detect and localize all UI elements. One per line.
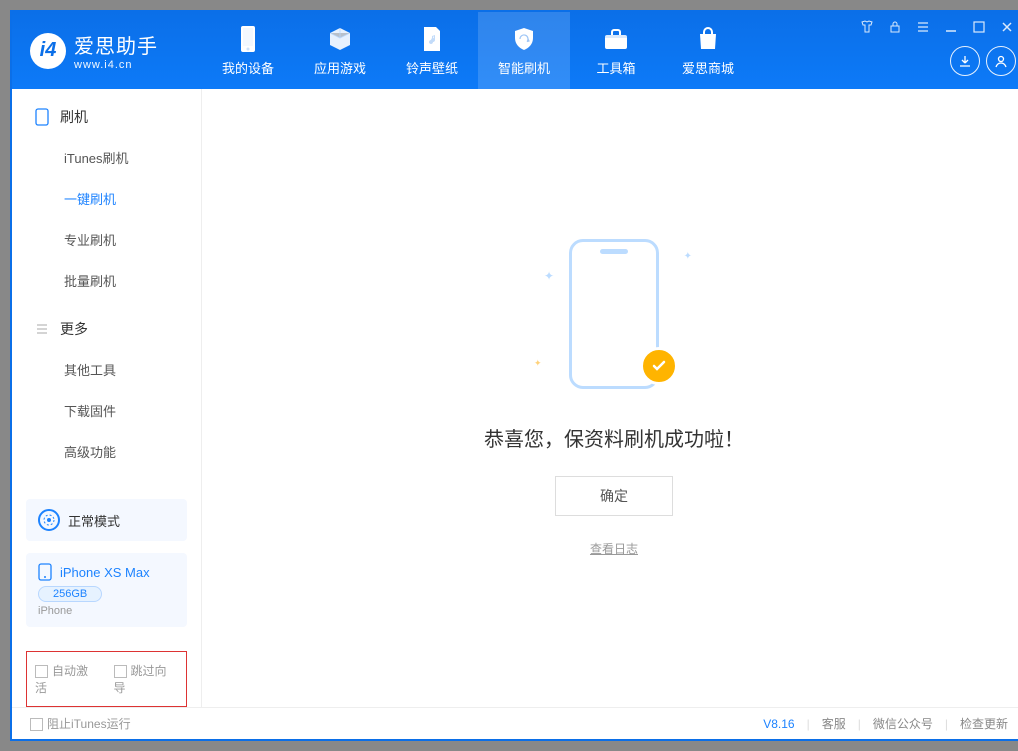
tab-label: 智能刷机 — [498, 58, 550, 77]
sidebar-section-flash: 刷机 — [12, 89, 201, 137]
tab-my-device[interactable]: 我的设备 — [202, 12, 294, 89]
tab-store[interactable]: 爱思商城 — [662, 12, 754, 89]
mode-icon — [38, 509, 60, 531]
success-title: 恭喜您，保资料刷机成功啦！ — [484, 423, 744, 452]
maximize-button[interactable] — [970, 18, 988, 36]
main-tabs: 我的设备 应用游戏 铃声壁纸 智能刷机 工具箱 爱思商城 — [202, 12, 754, 89]
tab-label: 工具箱 — [596, 58, 635, 77]
bag-icon — [694, 25, 722, 53]
tab-label: 我的设备 — [222, 58, 274, 77]
checkbox-strip-highlighted: 自动激活 跳过向导 — [26, 651, 187, 707]
phone-small-icon — [38, 563, 52, 581]
section-title-label: 刷机 — [60, 107, 88, 127]
list-icon — [34, 321, 50, 337]
tab-label: 铃声壁纸 — [406, 58, 458, 77]
sidebar-section-more: 更多 — [12, 301, 201, 349]
cube-icon — [326, 25, 354, 53]
checkbox-auto-activate[interactable]: 自动激活 — [35, 662, 100, 696]
section-title-label: 更多 — [60, 319, 88, 339]
minimize-button[interactable] — [942, 18, 960, 36]
logo-text: 爱思助手 www.i4.cn — [74, 30, 158, 71]
support-link[interactable]: 客服 — [822, 715, 846, 732]
check-update-link[interactable]: 检查更新 — [960, 715, 1008, 732]
user-button[interactable] — [986, 46, 1016, 76]
checkbox-stop-itunes[interactable]: 阻止iTunes运行 — [30, 715, 131, 732]
sidebar-item-pro-flash[interactable]: 专业刷机 — [12, 219, 201, 260]
checkbox-label: 阻止iTunes运行 — [47, 717, 131, 731]
separator: | — [807, 717, 810, 731]
checkbox-icon — [30, 718, 43, 731]
menu-icon[interactable] — [914, 18, 932, 36]
body-row: 刷机 iTunes刷机 一键刷机 专业刷机 批量刷机 更多 其他工具 下载固件 … — [12, 89, 1018, 707]
logo-subtitle: www.i4.cn — [74, 59, 158, 71]
wechat-link[interactable]: 微信公众号 — [873, 715, 933, 732]
tab-smart-flash[interactable]: 智能刷机 — [478, 12, 570, 89]
sidebar-item-oneclick-flash[interactable]: 一键刷机 — [12, 178, 201, 219]
device-name-row: iPhone XS Max — [38, 563, 175, 581]
device-capacity-pill: 256GB — [38, 586, 102, 602]
checkbox-icon — [35, 665, 48, 678]
logo-icon: i4 — [30, 33, 66, 69]
device-type: iPhone — [38, 605, 175, 617]
logo-area: i4 爱思助手 www.i4.cn — [12, 30, 202, 71]
toolbox-icon — [602, 25, 630, 53]
sidebar-item-itunes-flash[interactable]: iTunes刷机 — [12, 137, 201, 178]
tab-toolbox[interactable]: 工具箱 — [570, 12, 662, 89]
device-name: iPhone XS Max — [60, 565, 150, 580]
sparkle-icon: ✦ — [544, 269, 554, 283]
checkbox-icon — [114, 665, 127, 678]
ok-button[interactable]: 确定 — [555, 476, 673, 516]
version-label: V8.16 — [763, 717, 794, 731]
sidebar: 刷机 iTunes刷机 一键刷机 专业刷机 批量刷机 更多 其他工具 下载固件 … — [12, 89, 202, 707]
statusbar: 阻止iTunes运行 V8.16 | 客服 | 微信公众号 | 检查更新 — [12, 707, 1018, 739]
tab-label: 应用游戏 — [314, 58, 366, 77]
device-mode-block[interactable]: 正常模式 — [26, 499, 187, 541]
system-buttons-row — [858, 18, 1016, 36]
success-illustration: ✦ ✦ ✦ — [544, 239, 684, 399]
sidebar-item-other-tools[interactable]: 其他工具 — [12, 349, 201, 390]
sparkle-icon: ✦ — [534, 358, 542, 369]
sidebar-item-batch-flash[interactable]: 批量刷机 — [12, 260, 201, 301]
shield-refresh-icon — [510, 25, 538, 53]
main-content: ✦ ✦ ✦ 恭喜您，保资料刷机成功啦！ 确定 查看日志 — [202, 89, 1018, 707]
tab-label: 爱思商城 — [682, 58, 734, 77]
check-badge-icon — [640, 347, 678, 385]
download-button[interactable] — [950, 46, 980, 76]
mode-label: 正常模式 — [68, 511, 120, 530]
music-file-icon — [418, 25, 446, 53]
sidebar-item-advanced[interactable]: 高级功能 — [12, 431, 201, 472]
close-button[interactable] — [998, 18, 1016, 36]
app-window: i4 爱思助手 www.i4.cn 我的设备 应用游戏 铃声壁纸 智能刷机 — [10, 10, 1018, 741]
checkbox-skip-guide[interactable]: 跳过向导 — [114, 662, 179, 696]
sparkle-icon: ✦ — [684, 251, 692, 262]
device-info-block[interactable]: iPhone XS Max 256GB iPhone — [26, 553, 187, 627]
tshirt-icon[interactable] — [858, 18, 876, 36]
tab-apps-games[interactable]: 应用游戏 — [294, 12, 386, 89]
tab-ringtones-wallpapers[interactable]: 铃声壁纸 — [386, 12, 478, 89]
logo-title: 爱思助手 — [74, 30, 158, 59]
lock-icon[interactable] — [886, 18, 904, 36]
separator: | — [945, 717, 948, 731]
separator: | — [858, 717, 861, 731]
sidebar-item-download-firmware[interactable]: 下载固件 — [12, 390, 201, 431]
phone-outline-icon — [34, 109, 50, 125]
view-log-link[interactable]: 查看日志 — [590, 540, 638, 557]
phone-icon — [234, 25, 262, 53]
